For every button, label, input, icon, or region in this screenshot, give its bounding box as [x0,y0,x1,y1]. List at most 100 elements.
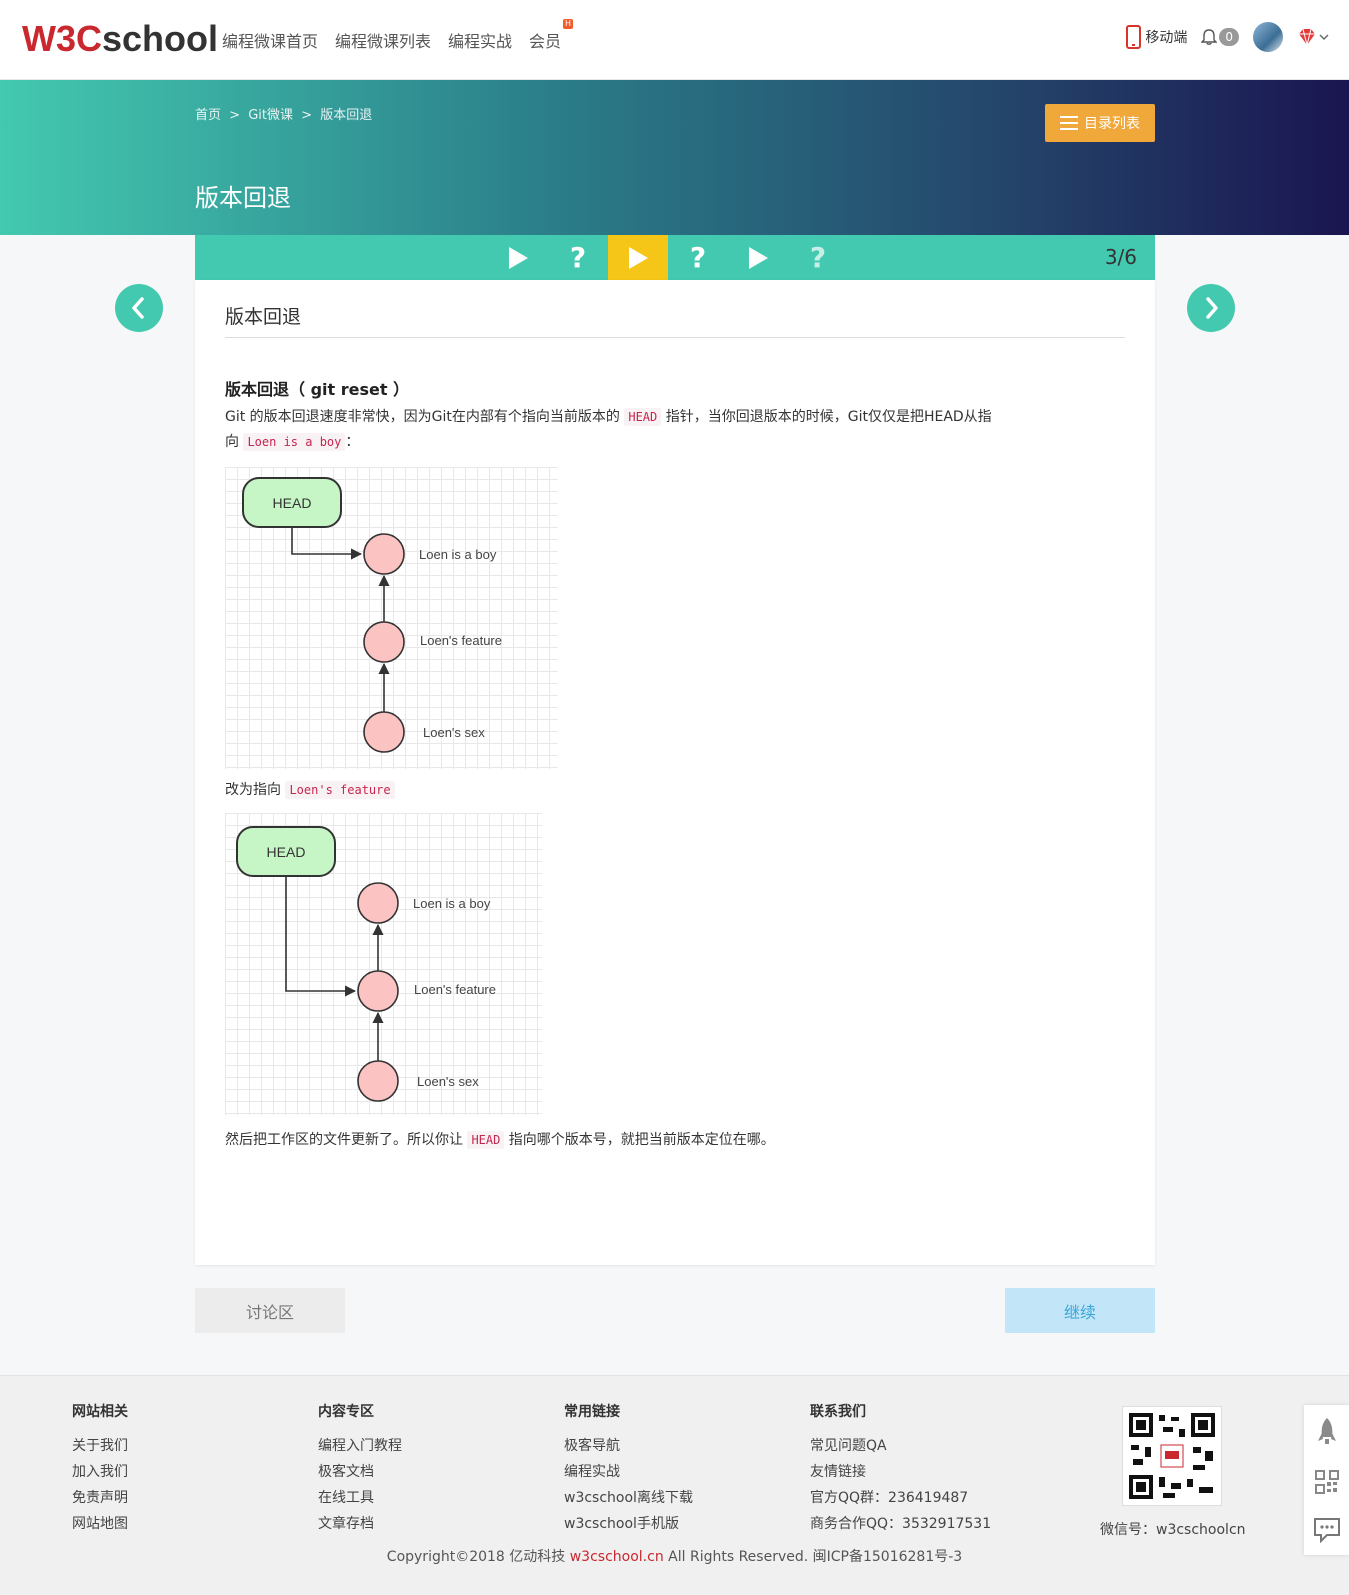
step-4-question[interactable]: ? [668,235,728,280]
header-actions: 移动端 0 [1126,22,1329,52]
inline-code: HEAD [467,1131,505,1149]
commit-node [357,970,399,1012]
diagram-svg: HEAD Loen is a boy Loen's feature Loen's… [242,477,502,753]
commit-node [363,533,405,575]
vip-menu[interactable] [1297,28,1329,46]
continue-button[interactable]: 继续 [1005,1288,1155,1333]
footer-link[interactable]: 文章存档 [318,1511,402,1537]
breadcrumb: 首页 > Git微课 > 版本回退 [195,104,376,123]
footer-link[interactable]: 加入我们 [72,1459,128,1485]
notification-count: 0 [1219,28,1239,46]
menu-icon [1060,116,1078,130]
footer-link[interactable]: 网站地图 [72,1511,128,1537]
commit-label: Loen's sex [417,1074,479,1089]
breadcrumb-separator: > [301,108,313,123]
git-diagram-after: HEAD Loen is a boy Loen's feature Loen's… [225,813,542,1115]
breadcrumb-course[interactable]: Git微课 [248,108,293,123]
w3cschool-logo[interactable]: W3Cschool [22,18,218,60]
wechat-id: 微信号：w3cschoolcn [1100,1522,1246,1538]
commit-label: Loen is a boy [419,547,497,562]
mobile-link[interactable]: 移动端 [1126,25,1187,49]
question-icon: ? [809,241,827,274]
paragraph-change: 改为指向 Loen's feature [225,778,1055,803]
head-label: HEAD [267,844,306,860]
inline-code: HEAD [624,408,662,426]
hot-badge: H [563,19,574,29]
footer-link[interactable]: 友情链接 [810,1459,991,1485]
step-6-question[interactable]: ? [788,235,848,280]
lesson-step-bar: ? ? ? 3/6 [195,235,1155,280]
commit-node [363,621,405,663]
git-diagram-before: HEAD Loen is a boy Loen's feature Loen's… [225,467,558,769]
play-icon [748,246,768,269]
qr-code-icon[interactable] [1314,1469,1339,1494]
text: Git 的版本回退速度非常快，因为Git在内部有个指向当前版本的 [225,409,625,425]
avatar[interactable] [1253,22,1283,52]
head-label: HEAD [273,495,312,511]
footer-link[interactable]: w3cschool手机版 [564,1511,693,1537]
inline-code: Loen's feature [285,781,395,799]
main-nav: 编程微课首页 编程微课列表 编程实战 会员 H [222,19,578,52]
commit-label: Loen is a boy [413,896,491,911]
lesson-banner: 首页 > Git微课 > 版本回退 目录列表 版本回退 [0,80,1349,235]
commit-label: Loen's feature [414,982,496,997]
footer-text: 商务合作QQ：3532917531 [810,1516,992,1532]
footer-link[interactable]: 极客导航 [564,1433,693,1459]
footer-column-content: 内容专区 编程入门教程 极客文档 在线工具 文章存档 [318,1401,402,1537]
breadcrumb-home[interactable]: 首页 [195,108,221,123]
footer-text: 官方QQ群：236419487 [810,1490,969,1506]
chevron-left-icon [132,297,144,319]
footer-link[interactable]: 极客文档 [318,1459,402,1485]
question-icon: ? [569,241,587,274]
footer-column-title: 常用链接 [564,1404,620,1420]
footer-column-contact: 联系我们 常见问题QA 友情链接 官方QQ群：236419487 商务合作QQ：… [810,1401,991,1537]
footer-link[interactable]: w3cschool离线下载 [564,1485,693,1511]
footer-column-links: 常用链接 极客导航 编程实战 w3cschool离线下载 w3cschool手机… [564,1401,693,1537]
diagram-svg: HEAD Loen is a boy Loen's feature Loen's… [236,826,496,1102]
site-footer: 网站相关 关于我们 加入我们 免责声明 网站地图 内容专区 编程入门教程 极客文… [0,1375,1349,1595]
footer-column-title: 网站相关 [72,1404,128,1420]
nav-item-home[interactable]: 编程微课首页 [222,28,318,52]
footer-column-site: 网站相关 关于我们 加入我们 免责声明 网站地图 [72,1401,128,1537]
step-list: ? ? ? [488,235,848,280]
title-divider [225,337,1125,338]
footer-link[interactable]: 关于我们 [72,1433,128,1459]
nav-item-list[interactable]: 编程微课列表 [335,28,431,52]
footer-link[interactable]: 在线工具 [318,1485,402,1511]
footer-link[interactable]: 编程入门教程 [318,1433,402,1459]
footer-link[interactable]: 编程实战 [564,1459,693,1485]
breadcrumb-separator: > [229,108,241,123]
step-counter: 3/6 [1104,245,1137,269]
copyright-text: All Rights Reserved. 闽ICP备15016281号-3 [663,1549,963,1565]
catalog-button[interactable]: 目录列表 [1045,104,1155,142]
notification-button[interactable]: 0 [1201,28,1239,46]
text: 向 [225,434,244,450]
mobile-label: 移动端 [1145,30,1188,46]
play-icon [628,246,648,269]
footer-link[interactable]: 免责声明 [72,1485,128,1511]
step-1-play[interactable] [488,235,548,280]
commit-node [357,1060,399,1102]
feedback-icon[interactable] [1313,1517,1341,1544]
wechat-qr-code [1122,1406,1222,1506]
step-2-question[interactable]: ? [548,235,608,280]
footer-link[interactable]: 常见问题QA [810,1433,991,1459]
rocket-icon[interactable] [1316,1417,1338,1447]
copyright-brand-link[interactable]: w3cschool.cn [570,1549,664,1565]
discussion-button[interactable]: 讨论区 [195,1288,345,1333]
footer-column-title: 联系我们 [810,1404,866,1420]
previous-step-button[interactable] [115,284,163,332]
text: ： [345,434,360,450]
nav-item-member[interactable]: 会员 H [529,19,574,52]
lesson-title: 版本回退 [225,306,302,328]
nav-item-practice[interactable]: 编程实战 [448,28,512,52]
copyright-text: Copyright©2018 亿动科技 [386,1549,570,1565]
text: 指针，当你回退版本的时候，Git仅仅是把HEAD从指 [661,409,992,425]
play-icon [508,246,528,269]
paragraph-intro: Git 的版本回退速度非常快，因为Git在内部有个指向当前版本的 HEAD 指针… [225,405,1055,455]
qr-code-icon [1129,1413,1215,1499]
step-3-play-active[interactable] [608,235,668,280]
step-5-play[interactable] [728,235,788,280]
next-step-button[interactable] [1187,284,1235,332]
paragraph-conclusion: 然后把工作区的文件更新了。所以你让 HEAD 指向哪个版本号，就把当前版本定位在… [225,1128,1055,1153]
